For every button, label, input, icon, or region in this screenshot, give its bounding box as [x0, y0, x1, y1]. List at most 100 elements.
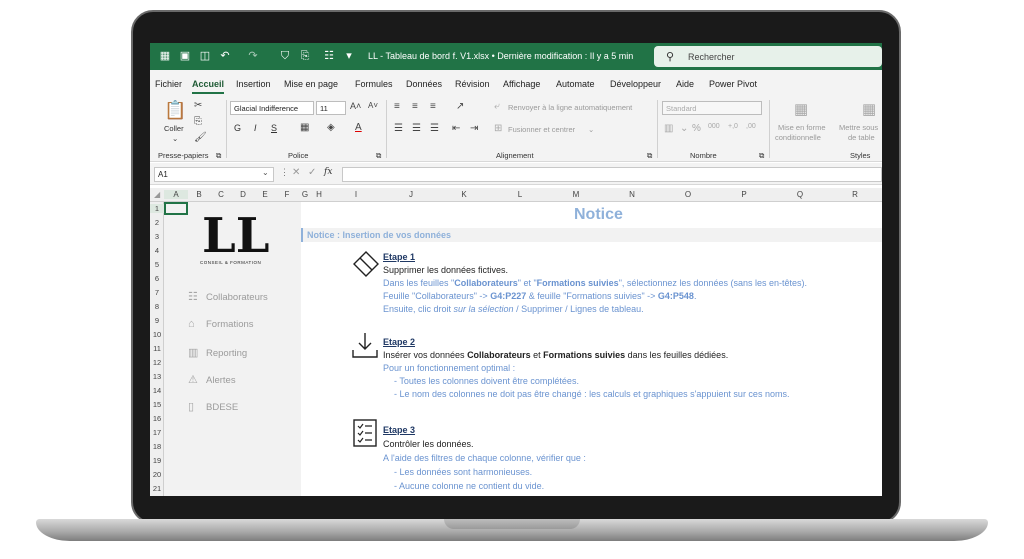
paste-icon[interactable]: 📋	[164, 100, 186, 121]
conditional-formatting-icon[interactable]: ▦	[794, 100, 808, 118]
tab-insertion[interactable]: Insertion	[236, 79, 271, 89]
row-header[interactable]: 9	[150, 316, 164, 325]
row-header[interactable]: 12	[150, 358, 164, 367]
sidebar-item-formations[interactable]: ⌂ Formations	[188, 318, 254, 330]
column-header[interactable]: D	[232, 190, 254, 199]
sidebar-item-bdese[interactable]: ▯ BDESE	[188, 400, 238, 413]
row-header[interactable]: 3	[150, 232, 164, 241]
row-header[interactable]: 7	[150, 288, 164, 297]
row-header[interactable]: 14	[150, 386, 164, 395]
align-top-icon[interactable]: ≡	[394, 101, 400, 112]
redo-icon[interactable]: ↷	[246, 49, 260, 63]
sidebar-item-reporting[interactable]: ▥ Reporting	[188, 346, 247, 359]
font-name-select[interactable]: Glacial Indifference	[230, 101, 314, 115]
column-header[interactable]: Q	[772, 190, 828, 199]
tab-power-pivot[interactable]: Power Pivot	[709, 79, 757, 89]
customize-toolbar-icon[interactable]: ▾	[342, 49, 356, 63]
column-header[interactable]: E	[254, 190, 276, 199]
row-header[interactable]: 20	[150, 470, 164, 479]
row-header[interactable]: 18	[150, 442, 164, 451]
borders-icon[interactable]: ▦	[300, 122, 309, 133]
increase-indent-icon[interactable]: ⇥	[470, 123, 478, 134]
confirm-icon[interactable]: ✓	[308, 167, 316, 178]
merge-center-button[interactable]: Fusionner et centrer	[508, 125, 575, 134]
column-header[interactable]: J	[386, 190, 436, 199]
conditional-formatting-button[interactable]: Mise en forme	[778, 123, 826, 132]
align-left-icon[interactable]: ☰	[394, 123, 403, 134]
row-header[interactable]: 2	[150, 218, 164, 227]
row-header[interactable]: 13	[150, 372, 164, 381]
row-header[interactable]: 19	[150, 456, 164, 465]
column-header[interactable]: P	[716, 190, 772, 199]
dropdown-icon[interactable]: ⌄	[680, 123, 688, 134]
filter-icon[interactable]: ⛉	[278, 49, 292, 63]
row-header[interactable]: 8	[150, 302, 164, 311]
tab-automate[interactable]: Automate	[556, 79, 595, 89]
column-header[interactable]: I	[326, 190, 386, 199]
tab-fichier[interactable]: Fichier	[155, 79, 182, 89]
more-options-icon[interactable]: ⋮	[280, 167, 289, 178]
select-all-icon[interactable]: ◢	[154, 190, 160, 199]
decrease-decimal-icon[interactable]: ,00	[746, 123, 756, 130]
decrease-font-icon[interactable]: A˅	[368, 101, 378, 110]
font-launcher-icon[interactable]: ⧉	[376, 151, 381, 161]
name-box[interactable]: A1	[154, 167, 274, 182]
tab-aide[interactable]: Aide	[676, 79, 694, 89]
copy-icon[interactable]: ⎘	[194, 116, 202, 127]
tab-formules[interactable]: Formules	[355, 79, 393, 89]
merge-center-icon[interactable]: ⊞	[494, 123, 502, 134]
font-size-select[interactable]: 11	[316, 101, 346, 115]
tab-accueil[interactable]: Accueil	[192, 79, 225, 94]
row-header[interactable]: 6	[150, 274, 164, 283]
percent-icon[interactable]: %	[692, 123, 701, 134]
increase-font-icon[interactable]: A˄	[350, 101, 361, 111]
format-as-table-icon[interactable]: ▦	[862, 100, 876, 118]
wrap-text-button[interactable]: Renvoyer à la ligne automatiquement	[508, 103, 632, 112]
align-bottom-icon[interactable]: ≡	[430, 101, 436, 112]
row-header[interactable]: 5	[150, 260, 164, 269]
decrease-indent-icon[interactable]: ⇤	[452, 123, 460, 134]
tab-affichage[interactable]: Affichage	[503, 79, 540, 89]
number-format-select[interactable]: Standard	[662, 101, 762, 115]
tab-donnees[interactable]: Données	[406, 79, 442, 89]
tab-mise-en-page[interactable]: Mise en page	[284, 79, 338, 89]
column-header[interactable]: N	[604, 190, 660, 199]
format-as-table-button[interactable]: Mettre sous	[839, 123, 878, 132]
sidebar-item-alertes[interactable]: ⚠ Alertes	[188, 373, 236, 386]
insert-function-icon[interactable]: fx	[324, 167, 332, 177]
font-color-icon[interactable]: A	[355, 122, 362, 133]
undo-icon[interactable]: ↶	[218, 49, 232, 63]
selected-cell-a1[interactable]	[164, 202, 188, 215]
accounting-format-icon[interactable]: ▥	[664, 123, 673, 134]
formula-input[interactable]	[342, 167, 882, 182]
orientation-icon[interactable]: ↗	[456, 101, 464, 112]
underline-button[interactable]: S	[271, 123, 277, 133]
wrap-text-icon[interactable]: ⤶	[494, 101, 500, 112]
align-middle-icon[interactable]: ≡	[412, 101, 418, 112]
tab-developpeur[interactable]: Développeur	[610, 79, 661, 89]
form-icon[interactable]: ☷	[322, 49, 336, 63]
sidebar-item-collaborateurs[interactable]: ☷ Collaborateurs	[188, 290, 268, 303]
increase-decimal-icon[interactable]: +,0	[728, 123, 738, 130]
paste-special-icon[interactable]: ⎘	[298, 49, 312, 63]
cancel-icon[interactable]: ✕	[292, 167, 300, 178]
row-header[interactable]: 1	[150, 204, 164, 213]
italic-button[interactable]: I	[254, 123, 257, 133]
column-header[interactable]: F	[276, 190, 298, 199]
search-box[interactable]: ⚲ Rechercher	[654, 46, 882, 67]
search-input[interactable]: Rechercher	[688, 52, 735, 62]
save-icon[interactable]: ▣	[178, 49, 192, 63]
column-header[interactable]: K	[436, 190, 492, 199]
row-header[interactable]: 17	[150, 428, 164, 437]
bold-button[interactable]: G	[234, 123, 241, 133]
column-header[interactable]: B	[188, 190, 210, 199]
row-header[interactable]: 21	[150, 484, 164, 493]
column-header[interactable]: A	[164, 190, 188, 199]
column-header[interactable]: R	[828, 190, 882, 199]
row-header[interactable]: 10	[150, 330, 164, 339]
alignment-launcher-icon[interactable]: ⧉	[647, 151, 652, 161]
align-right-icon[interactable]: ☰	[430, 123, 439, 134]
format-painter-icon[interactable]: 🖌	[194, 132, 207, 143]
column-header[interactable]: L	[492, 190, 548, 199]
row-header[interactable]: 15	[150, 400, 164, 409]
